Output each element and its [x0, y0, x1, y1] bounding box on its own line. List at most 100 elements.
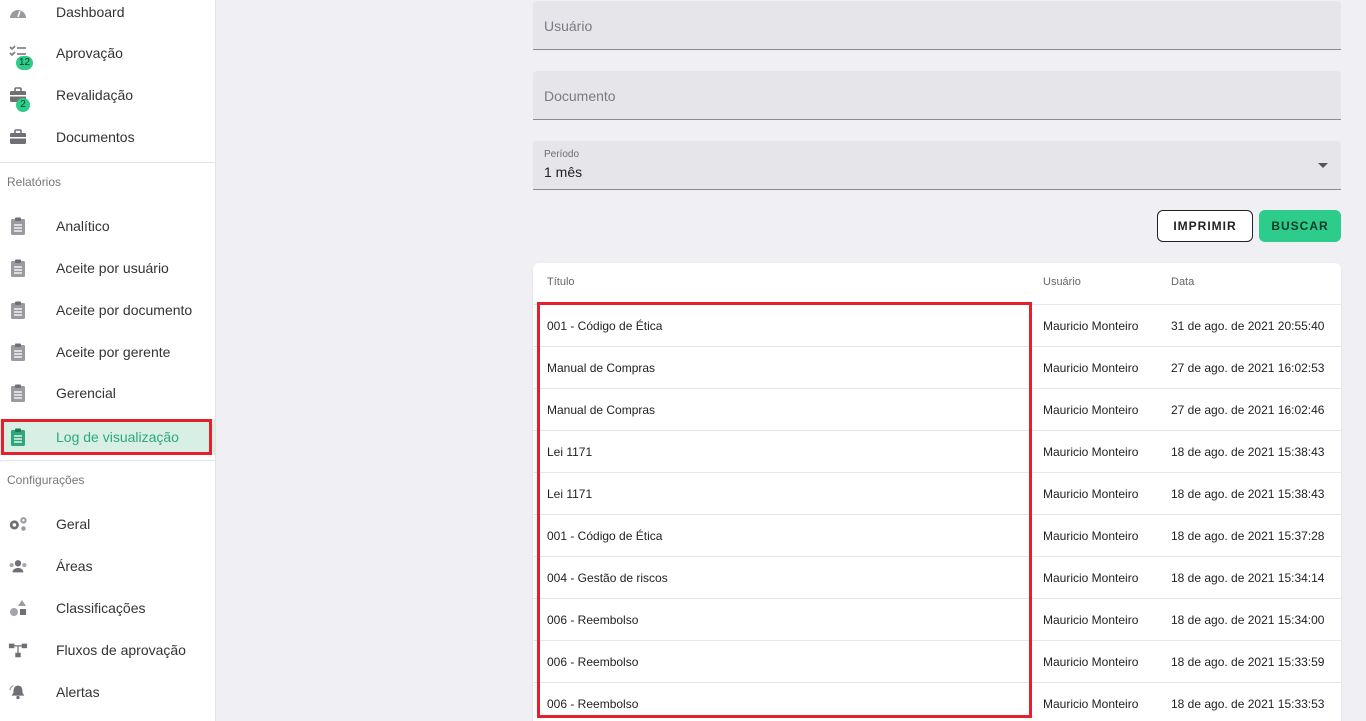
table-row[interactable]: 001 - Código de Ética Mauricio Monteiro …: [533, 514, 1341, 556]
cell-user: Mauricio Monteiro: [1043, 487, 1139, 501]
sidebar-item-revalidacao[interactable]: 2 Revalidação: [0, 75, 215, 115]
sidebar-item-aceite-gerente[interactable]: Aceite por gerente: [0, 332, 215, 372]
clipboard-icon: [8, 258, 28, 278]
cell-title: 006 - Reembolso: [547, 697, 639, 711]
cell-title: 001 - Código de Ética: [547, 319, 663, 333]
sidebar-item-label: Dashboard: [56, 4, 125, 20]
sidebar-item-aprovacao[interactable]: 12 Aprovação: [0, 33, 215, 73]
sidebar-item-alertas[interactable]: Alertas: [0, 672, 215, 712]
table-row[interactable]: 006 - Reembolso Mauricio Monteiro 18 de …: [533, 682, 1341, 721]
gears-icon: [8, 514, 28, 534]
sidebar-item-label: Alertas: [56, 684, 100, 700]
clipboard-icon: [8, 216, 28, 236]
sidebar-item-aceite-usuario[interactable]: Aceite por usuário: [0, 248, 215, 288]
cell-title: Lei 1171: [547, 445, 593, 459]
approval-count-badge: 12: [16, 56, 34, 70]
clipboard-icon: [8, 300, 28, 320]
sidebar-item-documentos[interactable]: Documentos: [0, 117, 215, 157]
sidebar-divider: [0, 162, 215, 163]
sidebar-item-log-visualizacao[interactable]: Log de visualização: [0, 419, 215, 455]
sidebar-item-label: Áreas: [56, 558, 93, 574]
sidebar-item-label: Fluxos de aprovação: [56, 642, 186, 658]
sidebar-item-analitico[interactable]: Analítico: [0, 206, 215, 246]
period-label: Período: [544, 149, 580, 160]
cell-user: Mauricio Monteiro: [1043, 445, 1139, 459]
table-row[interactable]: 006 - Reembolso Mauricio Monteiro 18 de …: [533, 598, 1341, 640]
column-header-date[interactable]: Data: [1171, 276, 1194, 288]
sidebar-item-label: Aceite por gerente: [56, 344, 171, 360]
sidebar-item-label: Revalidação: [56, 87, 134, 103]
table-row[interactable]: 001 - Código de Ética Mauricio Monteiro …: [533, 304, 1341, 346]
table-row[interactable]: Lei 1171 Mauricio Monteiro 18 de ago. de…: [533, 430, 1341, 472]
sidebar-item-label: Classificações: [56, 600, 146, 616]
table-row[interactable]: Manual de Compras Mauricio Monteiro 27 d…: [533, 388, 1341, 430]
cell-date: 18 de ago. de 2021 15:38:43: [1171, 445, 1325, 459]
sidebar-item-classificacoes[interactable]: Classificações: [0, 588, 215, 628]
sidebar-divider: [0, 460, 215, 461]
sidebar-item-label: Aceite por documento: [56, 302, 193, 318]
cell-date: 27 de ago. de 2021 16:02:53: [1171, 361, 1325, 375]
user-filter-field[interactable]: Usuário: [533, 1, 1341, 50]
document-filter-placeholder: Documento: [544, 88, 616, 104]
section-title-reports: Relatórios: [7, 175, 62, 189]
period-value: 1 mês: [544, 164, 583, 180]
cell-date: 27 de ago. de 2021 16:02:46: [1171, 403, 1325, 417]
sidebar-item-label: Analítico: [56, 218, 110, 234]
cell-user: Mauricio Monteiro: [1043, 403, 1139, 417]
sidebar-item-geral[interactable]: Geral: [0, 504, 215, 544]
sidebar-item-label: Documentos: [56, 129, 135, 145]
sidebar-item-label: Aprovação: [56, 45, 123, 61]
sidebar-item-dashboard[interactable]: Dashboard: [0, 0, 215, 32]
section-title-config: Configurações: [7, 473, 85, 487]
clipboard-icon: [8, 427, 28, 447]
user-filter-placeholder: Usuário: [544, 18, 593, 34]
sidebar-item-label: Aceite por usuário: [56, 260, 169, 276]
table-row[interactable]: 004 - Gestão de riscos Mauricio Monteiro…: [533, 556, 1341, 598]
results-table: Título Usuário Data 001 - Código de Étic…: [533, 263, 1341, 721]
cell-date: 18 de ago. de 2021 15:37:28: [1171, 529, 1325, 543]
sidebar-item-gerencial[interactable]: Gerencial: [0, 373, 215, 413]
cell-user: Mauricio Monteiro: [1043, 571, 1139, 585]
cell-date: 18 de ago. de 2021 15:34:14: [1171, 571, 1325, 585]
users-icon: [8, 556, 28, 576]
cell-date: 31 de ago. de 2021 20:55:40: [1171, 319, 1325, 333]
cell-title: 001 - Código de Ética: [547, 529, 663, 543]
cell-user: Mauricio Monteiro: [1043, 319, 1139, 333]
sidebar-item-fluxos[interactable]: Fluxos de aprovação: [0, 630, 215, 670]
cell-user: Mauricio Monteiro: [1043, 361, 1139, 375]
cell-user: Mauricio Monteiro: [1043, 529, 1139, 543]
revalidation-count-badge: 2: [16, 98, 30, 112]
clipboard-icon: [8, 342, 28, 362]
cell-title: 006 - Reembolso: [547, 655, 639, 669]
cell-user: Mauricio Monteiro: [1043, 655, 1139, 669]
cell-date: 18 de ago. de 2021 15:38:43: [1171, 487, 1325, 501]
shapes-icon: [8, 598, 28, 618]
clipboard-icon: [8, 383, 28, 403]
sidebar-item-areas[interactable]: Áreas: [0, 546, 215, 586]
cell-title: 006 - Reembolso: [547, 613, 639, 627]
cell-date: 18 de ago. de 2021 15:33:53: [1171, 697, 1325, 711]
briefcase-icon: [8, 127, 28, 147]
cell-title: Lei 1171: [547, 487, 593, 501]
sidebar-item-label: Gerencial: [56, 385, 116, 401]
cell-date: 18 de ago. de 2021 15:33:59: [1171, 655, 1325, 669]
print-button[interactable]: IMPRIMIR: [1157, 210, 1253, 242]
table-row[interactable]: Manual de Compras Mauricio Monteiro 27 d…: [533, 346, 1341, 388]
sidebar: Dashboard 12 Aprovação 2 Revalidação Doc…: [0, 0, 216, 721]
sidebar-item-label: Log de visualização: [56, 429, 179, 445]
column-header-user[interactable]: Usuário: [1043, 276, 1081, 288]
search-button[interactable]: BUSCAR: [1259, 210, 1341, 242]
period-select[interactable]: Período 1 mês: [533, 141, 1341, 190]
cell-date: 18 de ago. de 2021 15:34:00: [1171, 613, 1325, 627]
column-header-title[interactable]: Título: [547, 276, 575, 288]
bell-icon: [8, 682, 28, 702]
cell-user: Mauricio Monteiro: [1043, 697, 1139, 711]
cell-title: Manual de Compras: [547, 403, 656, 417]
sidebar-item-aceite-documento[interactable]: Aceite por documento: [0, 290, 215, 330]
sidebar-item-label: Geral: [56, 516, 91, 532]
cell-title: 004 - Gestão de riscos: [547, 571, 668, 585]
gauge-icon: [8, 2, 28, 22]
table-row[interactable]: Lei 1171 Mauricio Monteiro 18 de ago. de…: [533, 472, 1341, 514]
document-filter-field[interactable]: Documento: [533, 71, 1341, 120]
table-row[interactable]: 006 - Reembolso Mauricio Monteiro 18 de …: [533, 640, 1341, 682]
